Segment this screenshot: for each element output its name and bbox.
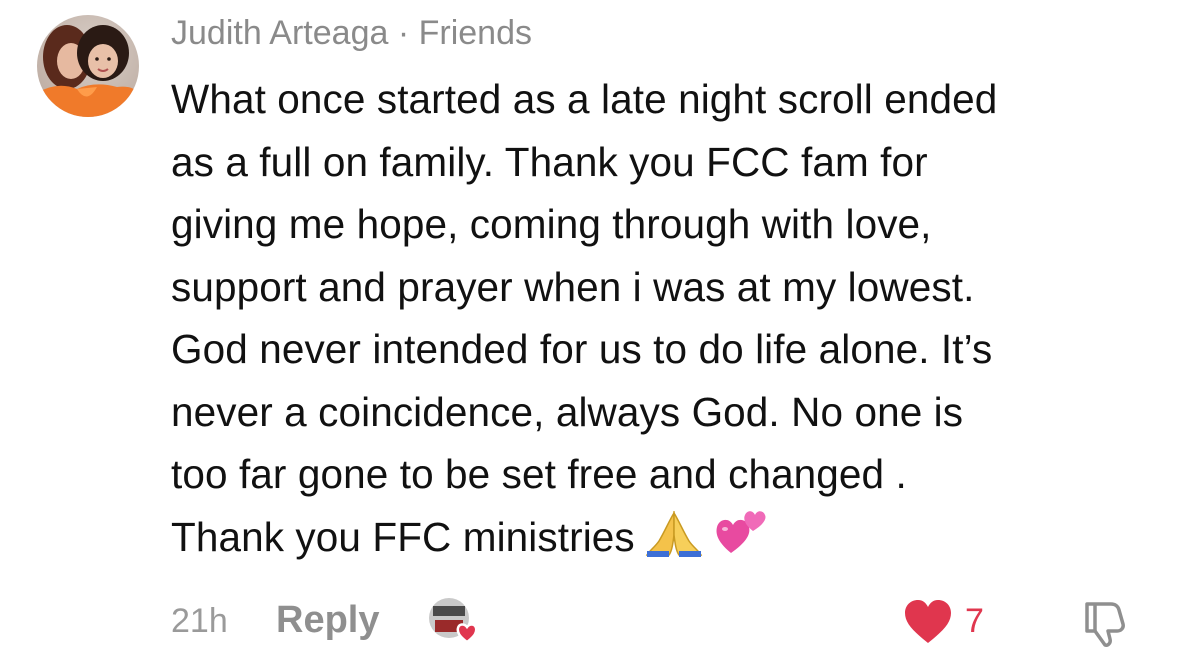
comment-line: support and prayer when i was at my lowe… (171, 263, 975, 310)
comment-line: What once started as a late night scroll… (171, 76, 998, 122)
dislike-button[interactable] (1081, 598, 1131, 648)
heart-icon (905, 600, 951, 643)
timestamp: 21h (171, 602, 228, 640)
comment-body: What once started as a late night scroll… (171, 68, 1161, 574)
avatar[interactable] (37, 15, 139, 117)
like-button[interactable] (903, 599, 953, 645)
comment-line: as a full on family. Thank you FCC fam f… (171, 138, 928, 185)
comment-item: Judith Arteaga · Friends What once start… (0, 0, 1179, 664)
reactor-avatar-icon (429, 598, 478, 644)
comment-line: giving me hope, coming through with love… (171, 201, 932, 247)
meta-separator: · (397, 14, 410, 52)
comment-line: never a coincidence, always God. No one … (171, 388, 964, 435)
reactor-avatar[interactable] (427, 596, 483, 646)
two-hearts-icon (713, 507, 769, 575)
comment-line: Thank you FFC ministries (171, 513, 635, 560)
like-count: 7 (965, 602, 984, 640)
comment-actions: 21h Reply 7 (0, 590, 1179, 654)
comment-line: God never intended for us to do life alo… (171, 326, 993, 372)
thumbs-down-icon (1085, 602, 1125, 647)
folded-hands-icon (645, 509, 703, 575)
author-name[interactable]: Judith Arteaga (171, 14, 388, 52)
comment-meta: Judith Arteaga · Friends (171, 12, 532, 54)
reply-button[interactable]: Reply (276, 599, 379, 642)
relationship-label: Friends (418, 14, 532, 52)
comment-last-line: Thank you FFC ministries (171, 506, 1161, 575)
comment-line: too far gone to be set free and changed … (171, 451, 907, 497)
avatar-photo-icon (37, 15, 139, 117)
